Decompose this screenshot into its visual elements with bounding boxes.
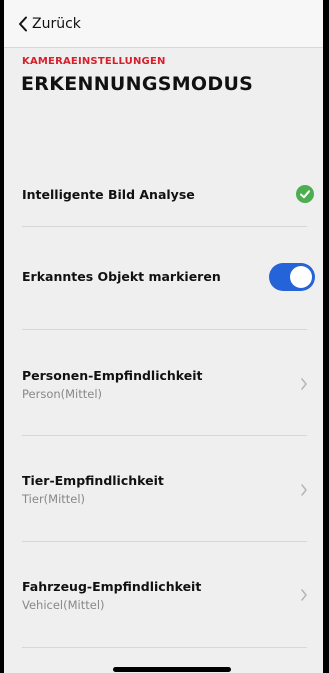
home-indicator [113, 667, 231, 672]
back-button[interactable]: Zurück [18, 14, 81, 34]
setting-value: Person(Mittel) [22, 387, 103, 401]
setting-row-smart-analysis[interactable]: Intelligente Bild Analyse [4, 160, 323, 226]
setting-label: Fahrzeug-Empfindlichkeit [22, 579, 202, 594]
check-circle-icon [296, 185, 314, 203]
page-title: ERKENNUNGSMODUS [21, 73, 254, 95]
setting-row-person-sensitivity[interactable]: Personen-Empfindlichkeit Person(Mittel) [4, 330, 323, 435]
setting-label: Erkanntes Objekt markieren [22, 269, 221, 284]
chevron-right-icon [301, 589, 307, 601]
setting-row-vehicle-sensitivity[interactable]: Fahrzeug-Empfindlichkeit Vehicel(Mittel) [4, 542, 323, 647]
divider [22, 647, 307, 648]
chevron-right-icon [301, 484, 307, 496]
mark-object-toggle[interactable] [269, 263, 315, 291]
section-eyebrow: KAMERAEINSTELLUNGEN [22, 56, 166, 67]
toggle-knob [290, 266, 312, 288]
setting-value: Tier(Mittel) [22, 492, 86, 506]
setting-label: Intelligente Bild Analyse [22, 187, 195, 202]
setting-label: Tier-Empfindlichkeit [22, 473, 164, 488]
navigation-bar: Zurück [4, 0, 323, 48]
chevron-left-icon [19, 16, 27, 32]
setting-value: Vehicel(Mittel) [22, 598, 105, 612]
chevron-right-icon [301, 378, 307, 390]
back-label: Zurück [32, 16, 81, 32]
setting-row-animal-sensitivity[interactable]: Tier-Empfindlichkeit Tier(Mittel) [4, 436, 323, 541]
screen: Zurück KAMERAEINSTELLUNGEN ERKENNUNGSMOD… [4, 0, 323, 673]
setting-row-mark-object: Erkanntes Objekt markieren [4, 227, 323, 329]
setting-label: Personen-Empfindlichkeit [22, 368, 203, 383]
